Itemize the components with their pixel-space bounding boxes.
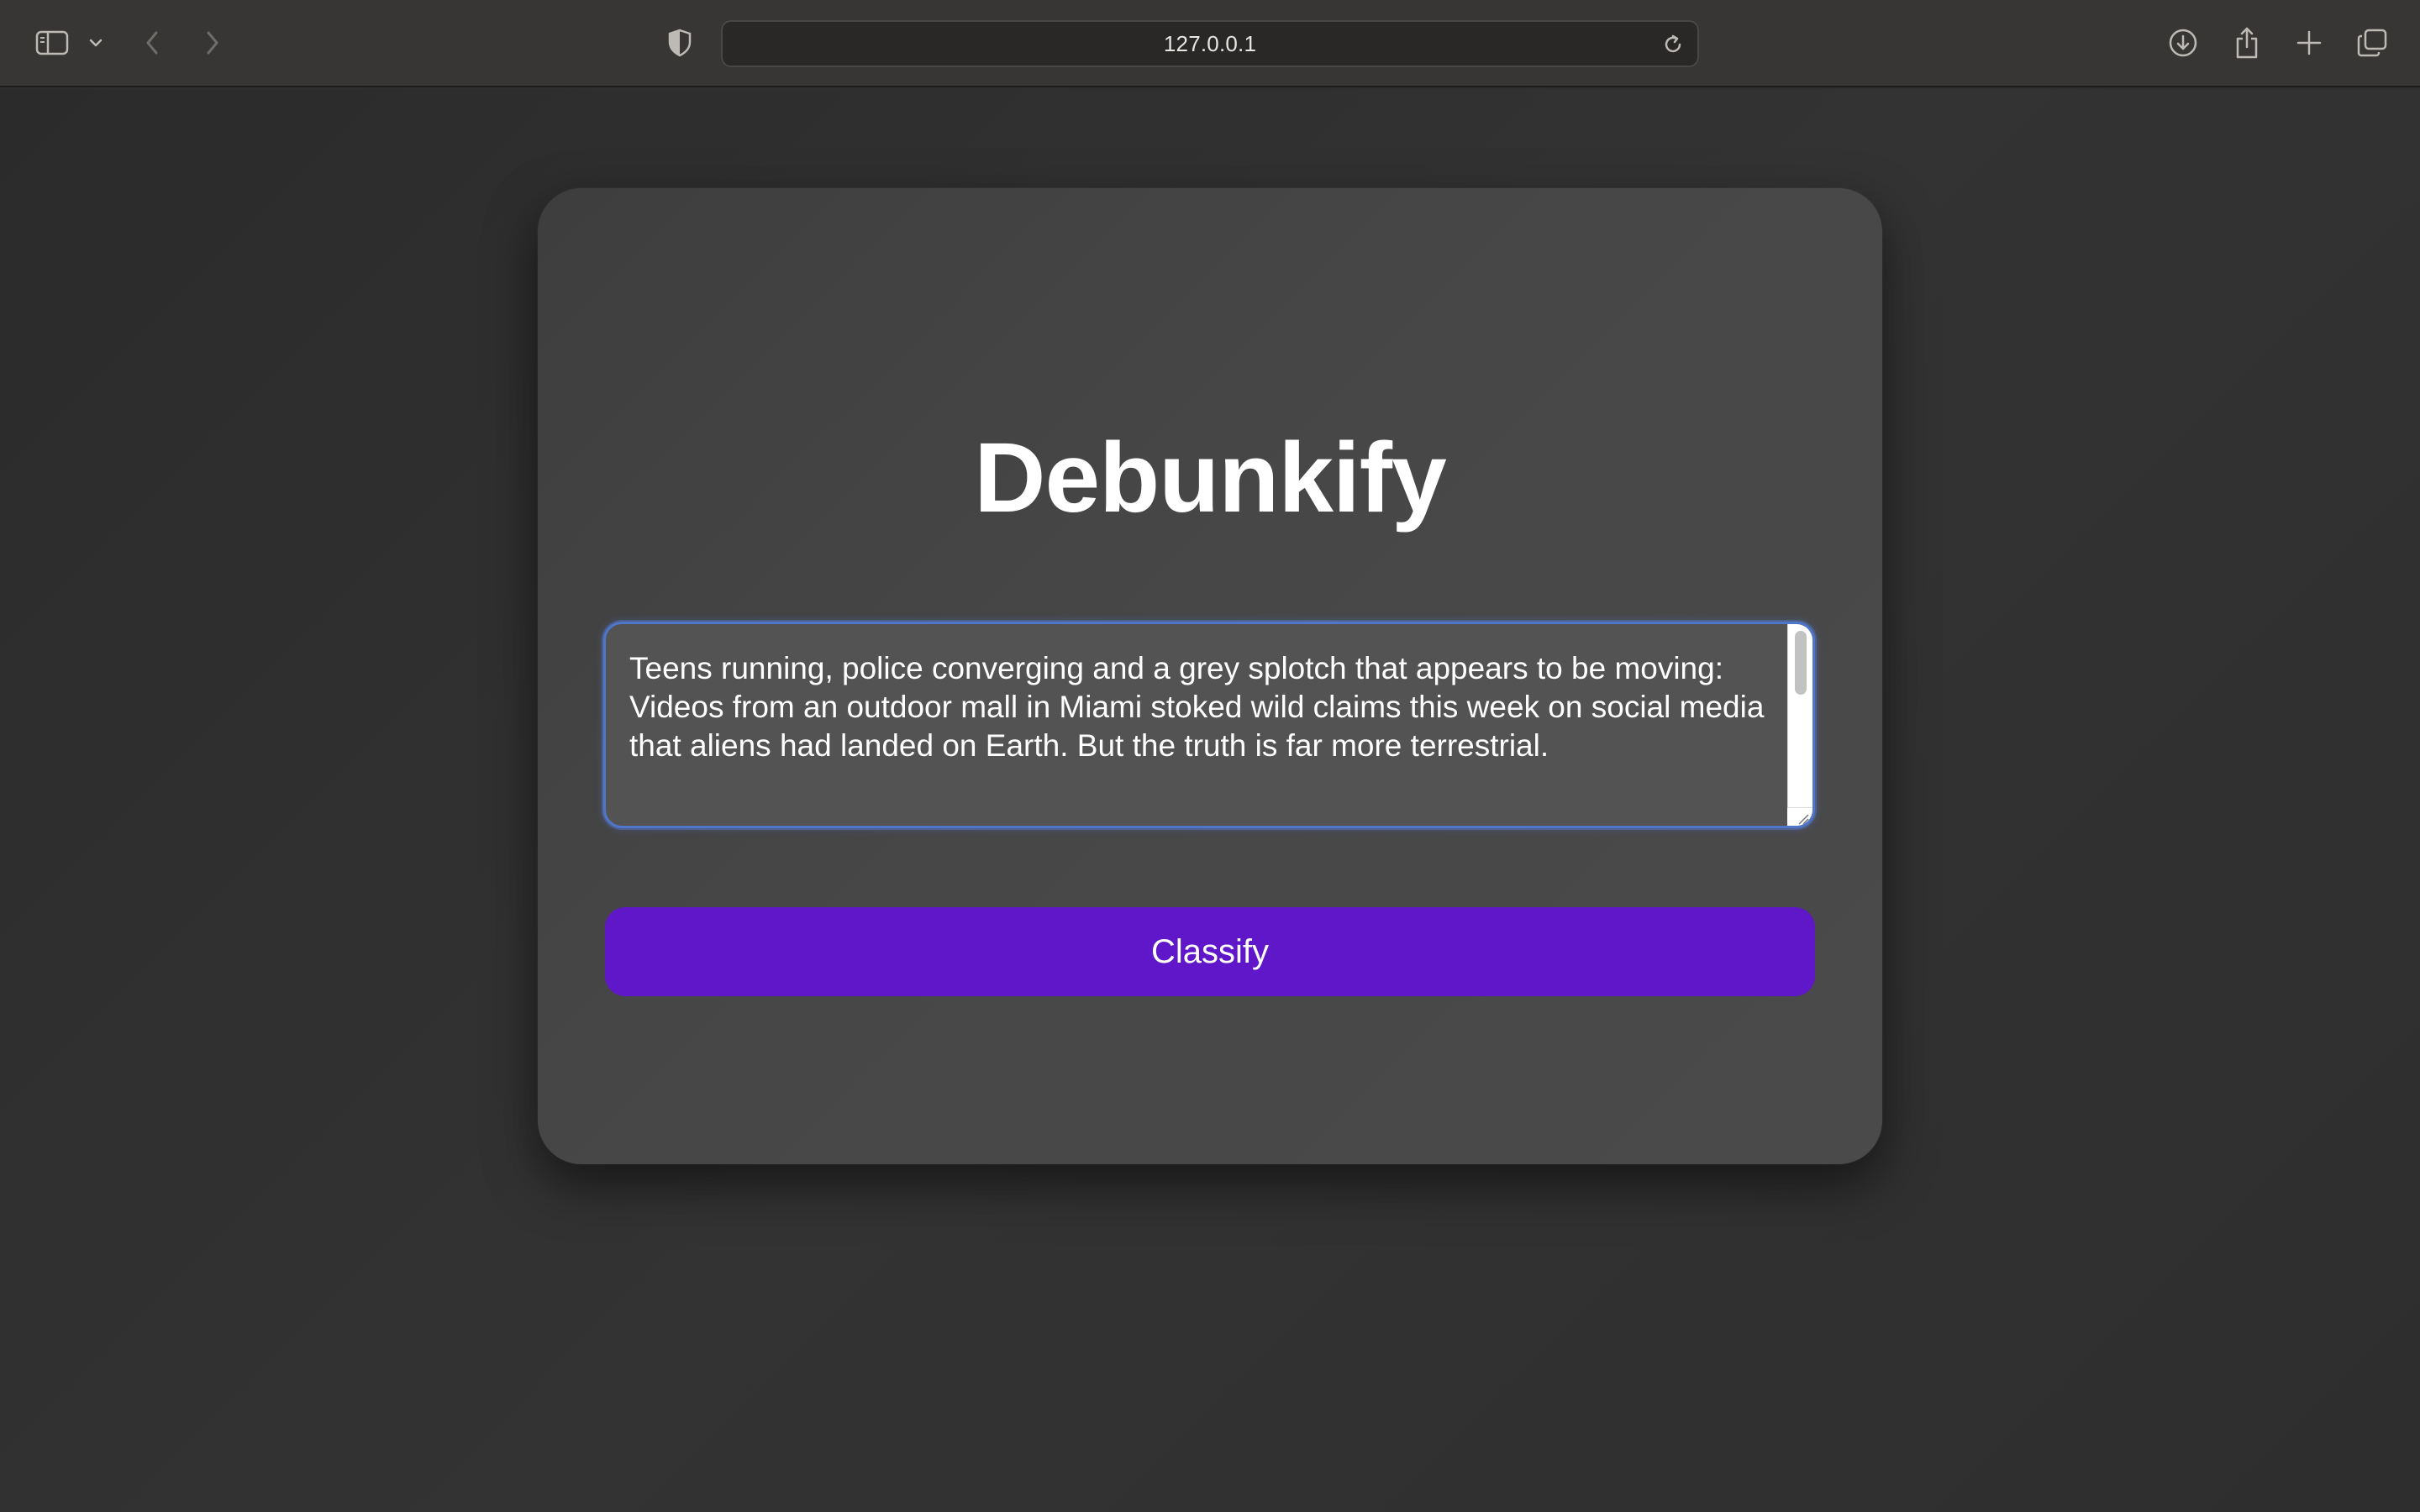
browser-toolbar: 127.0.0.1 (0, 0, 2420, 87)
chevron-down-icon[interactable] (86, 24, 106, 62)
reload-icon[interactable] (1659, 30, 1687, 59)
forward-icon[interactable] (200, 24, 225, 62)
news-input[interactable] (606, 624, 1791, 826)
tabs-overview-icon[interactable] (2354, 24, 2390, 62)
sidebar-icon[interactable] (32, 24, 72, 62)
news-input-container[interactable] (603, 622, 1815, 828)
resize-handle-icon[interactable] (1787, 807, 1812, 826)
scrollbar-thumb[interactable] (1795, 631, 1807, 695)
shield-icon[interactable] (664, 24, 696, 62)
classify-button[interactable]: Classify (605, 907, 1815, 996)
download-icon[interactable] (2166, 24, 2200, 62)
page-title: Debunkify (974, 423, 1446, 533)
textarea-scrollbar[interactable] (1787, 624, 1812, 826)
new-tab-icon[interactable] (2292, 24, 2326, 62)
address-text: 127.0.0.1 (1163, 30, 1257, 56)
share-icon[interactable] (2230, 24, 2264, 62)
address-bar[interactable]: 127.0.0.1 (721, 20, 1699, 67)
back-icon[interactable] (139, 24, 165, 62)
